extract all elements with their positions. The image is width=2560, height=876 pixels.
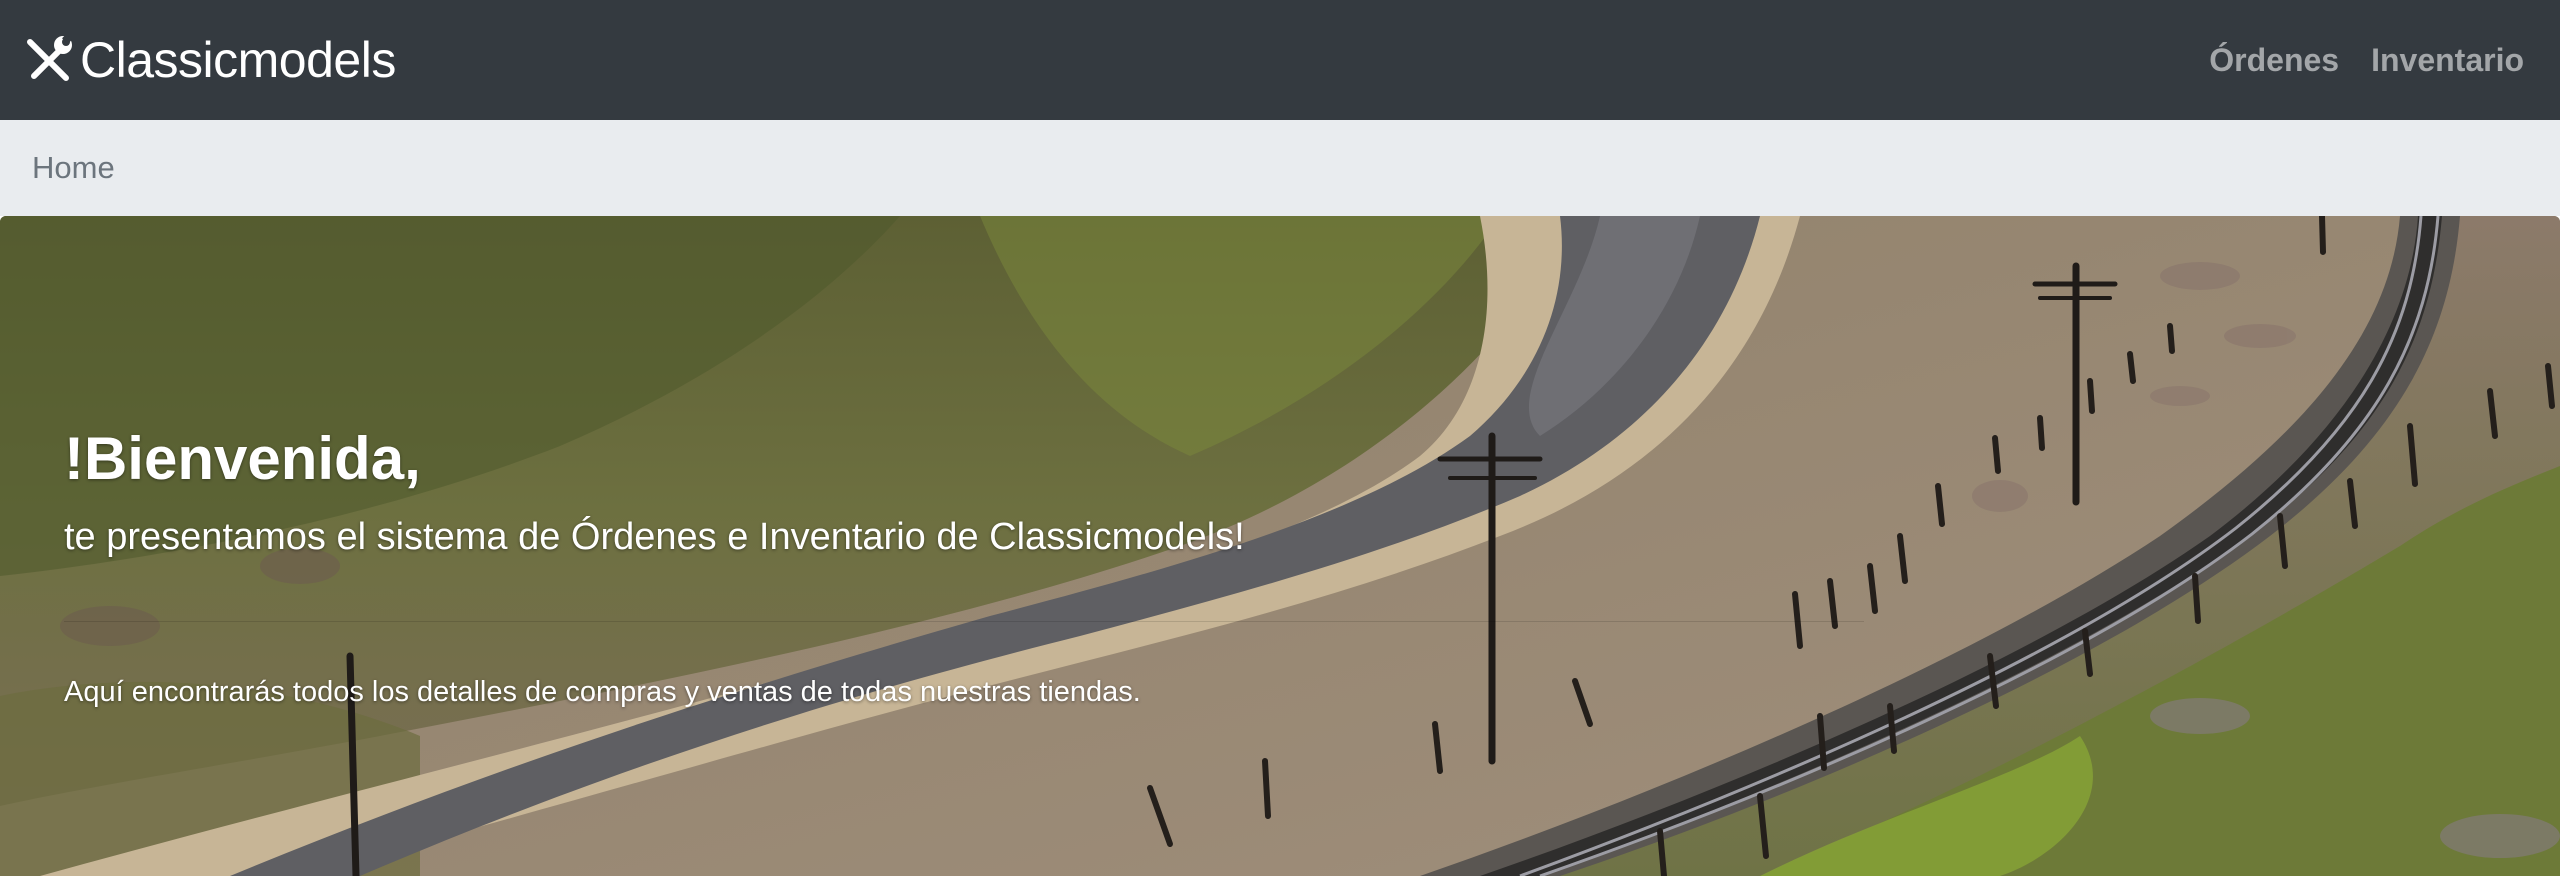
brand-link[interactable]: Classicmodels xyxy=(22,34,396,86)
breadcrumb-item-home[interactable]: Home xyxy=(32,150,115,186)
hero-title: !Bienvenida, xyxy=(64,425,421,492)
breadcrumb: Home xyxy=(0,120,2560,216)
nav-link-ordenes[interactable]: Órdenes xyxy=(2209,42,2339,79)
top-navbar: Classicmodels Órdenes Inventario xyxy=(0,0,2560,120)
hero-divider xyxy=(64,621,1864,622)
nav-link-inventario[interactable]: Inventario xyxy=(2371,42,2524,79)
hero-description: Aquí encontrarás todos los detalles de c… xyxy=(64,676,1141,708)
brand-name: Classicmodels xyxy=(80,32,396,88)
nav-links: Órdenes Inventario xyxy=(2209,42,2524,79)
welcome-jumbotron: !Bienvenida, te presentamos el sistema d… xyxy=(0,216,2560,876)
hero-lead: te presentamos el sistema de Órdenes e I… xyxy=(64,516,1245,558)
tools-icon xyxy=(27,34,72,81)
